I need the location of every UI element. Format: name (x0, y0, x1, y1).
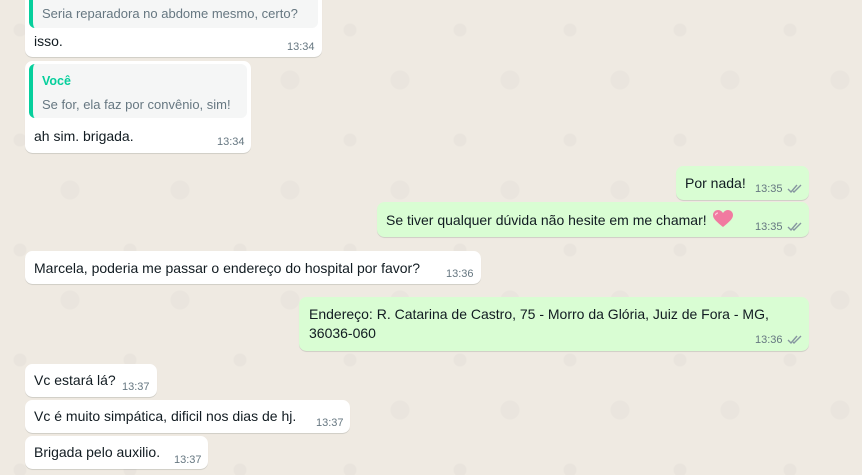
message-text: Marcela, poderia me passar o endereço do… (34, 260, 420, 276)
message-text-content: Se tiver qualquer dúvida não hesite em m… (386, 212, 707, 228)
message-outgoing[interactable]: Endereço: R. Catarina de Castro, 75 - Mo… (299, 297, 809, 351)
message-text: isso. (34, 33, 63, 49)
message-text: Por nada! (685, 175, 746, 191)
message-text: Brigada pelo auxilio. (34, 444, 161, 460)
quoted-message[interactable]: Você Se for, ela faz por convênio, sim! (29, 64, 247, 118)
message-time: 13:35 (755, 183, 783, 195)
message-time: 13:35 (755, 221, 783, 233)
heart-emoji (712, 210, 733, 227)
quoted-message-text: Se for, ela faz por convênio, sim! (42, 97, 231, 112)
quoted-message-text: Seria reparadora no abdome mesmo, certo? (42, 6, 298, 21)
message-time: 13:34 (217, 136, 245, 148)
message-outgoing[interactable]: Por nada! 13:35 (676, 166, 809, 200)
message-time: 13:37 (122, 381, 150, 393)
message-incoming[interactable]: Marcela, poderia me passar o endereço do… (25, 251, 481, 284)
message-time: 13:36 (446, 268, 474, 280)
message-time: 13:37 (174, 454, 202, 466)
message-text: Vc é muito simpática, dificil nos dias d… (34, 408, 297, 424)
message-text-line-1: Endereço: R. Catarina de Castro, 75 - Mo… (309, 306, 769, 322)
quoted-message[interactable]: Seria reparadora no abdome mesmo, certo? (29, 0, 318, 28)
quoted-author: Você (42, 74, 71, 88)
message-time: 13:34 (287, 41, 315, 53)
message-time: 13:36 (755, 334, 783, 346)
message-time: 13:37 (316, 417, 344, 429)
chat-panel: Seria reparadora no abdome mesmo, certo?… (0, 0, 862, 475)
message-incoming[interactable]: Você Se for, ela faz por convênio, sim! … (25, 61, 251, 153)
double-check-icon (787, 222, 802, 232)
message-incoming[interactable]: Vc é muito simpática, dificil nos dias d… (25, 400, 350, 433)
message-incoming[interactable]: Brigada pelo auxilio. 13:37 (25, 436, 208, 469)
message-text: Vc estará lá? (34, 372, 116, 388)
message-text: ah sim. brigada. (34, 128, 134, 144)
message-text-line-2: 36036-060 (309, 325, 376, 341)
message-outgoing[interactable]: Se tiver qualquer dúvida não hesite em m… (377, 202, 809, 237)
double-check-icon (787, 184, 802, 194)
double-check-icon (787, 335, 802, 345)
message-text: Se tiver qualquer dúvida não hesite em m… (386, 210, 733, 228)
message-incoming[interactable]: Seria reparadora no abdome mesmo, certo?… (25, 0, 322, 57)
message-incoming[interactable]: Vc estará lá? 13:37 (25, 364, 157, 397)
